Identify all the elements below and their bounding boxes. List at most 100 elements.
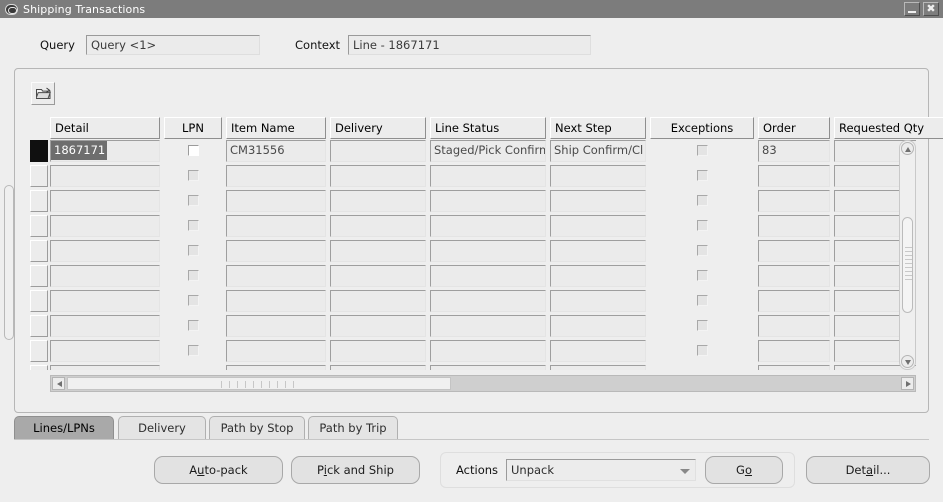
cell-next_step[interactable]: Ship Confirm/Cl xyxy=(550,140,646,162)
column-header-order[interactable]: Order xyxy=(758,117,830,139)
cell-line_status[interactable]: Staged/Pick Confirm xyxy=(430,140,546,162)
cell-lpn[interactable] xyxy=(164,240,222,262)
cell-delivery[interactable] xyxy=(330,365,426,370)
open-folder-button[interactable] xyxy=(31,82,55,105)
cell-detail[interactable] xyxy=(50,165,160,187)
cell-delivery[interactable] xyxy=(330,140,426,162)
row-selector[interactable] xyxy=(30,365,48,370)
cell-lpn[interactable] xyxy=(164,290,222,312)
cell-delivery[interactable] xyxy=(330,265,426,287)
table-row[interactable] xyxy=(30,190,916,215)
checkbox-exceptions[interactable] xyxy=(697,170,708,181)
cell-detail[interactable] xyxy=(50,265,160,287)
cell-detail[interactable] xyxy=(50,290,160,312)
cell-item_name[interactable]: CM31556 xyxy=(226,140,326,162)
actions-select[interactable]: Unpack xyxy=(506,459,696,481)
cell-delivery[interactable] xyxy=(330,190,426,212)
cell-item_name[interactable] xyxy=(226,215,326,237)
checkbox-exceptions[interactable] xyxy=(697,345,708,356)
grid-vertical-scrollbar[interactable] xyxy=(899,140,916,370)
cell-lpn[interactable] xyxy=(164,265,222,287)
checkbox-lpn[interactable] xyxy=(188,220,199,231)
auto-pack-button[interactable]: Auto-pack xyxy=(154,456,283,484)
window-vertical-scrollbar[interactable] xyxy=(4,185,14,340)
cell-detail[interactable] xyxy=(50,240,160,262)
cell-order[interactable] xyxy=(758,190,830,212)
tab-path-by-stop[interactable]: Path by Stop xyxy=(209,416,305,439)
cell-item_name[interactable] xyxy=(226,190,326,212)
cell-next_step[interactable] xyxy=(550,365,646,370)
checkbox-exceptions[interactable] xyxy=(697,320,708,331)
cell-exceptions[interactable] xyxy=(650,190,754,212)
column-header-delivery[interactable]: Delivery xyxy=(330,117,426,139)
checkbox-exceptions[interactable] xyxy=(697,145,708,156)
checkbox-lpn[interactable] xyxy=(188,295,199,306)
vertical-scrollbar-thumb[interactable] xyxy=(902,217,913,313)
cell-line_status[interactable] xyxy=(430,190,546,212)
checkbox-lpn[interactable] xyxy=(188,345,199,356)
minimize-button[interactable] xyxy=(904,2,920,16)
cell-next_step[interactable] xyxy=(550,165,646,187)
cell-item_name[interactable] xyxy=(226,340,326,362)
column-header-exceptions[interactable]: Exceptions xyxy=(650,117,754,139)
checkbox-exceptions[interactable] xyxy=(697,220,708,231)
scroll-down-button[interactable] xyxy=(901,355,914,368)
row-selector[interactable] xyxy=(30,290,48,312)
close-button[interactable]: ✖ xyxy=(923,2,939,16)
table-row[interactable] xyxy=(30,265,916,290)
checkbox-lpn[interactable] xyxy=(188,170,199,181)
checkbox-lpn[interactable] xyxy=(188,245,199,256)
table-row[interactable]: 1867171 CM31556 Staged/Pick Confirm Ship Co… xyxy=(30,140,916,165)
grid-horizontal-scrollbar[interactable] xyxy=(50,375,916,392)
checkbox-lpn[interactable] xyxy=(188,320,199,331)
cell-line_status[interactable] xyxy=(430,265,546,287)
row-selector[interactable] xyxy=(30,140,48,162)
pick-and-ship-button[interactable]: Pick and Ship xyxy=(291,456,420,484)
cell-order[interactable] xyxy=(758,365,830,370)
cell-line_status[interactable] xyxy=(430,165,546,187)
row-selector[interactable] xyxy=(30,340,48,362)
row-selector[interactable] xyxy=(30,240,48,262)
table-row[interactable] xyxy=(30,215,916,240)
cell-lpn[interactable] xyxy=(164,365,222,370)
horizontal-scrollbar-thumb[interactable] xyxy=(67,377,451,390)
cell-order[interactable]: 83 xyxy=(758,140,830,162)
query-input[interactable]: Query <1> xyxy=(86,35,260,55)
cell-line_status[interactable] xyxy=(430,340,546,362)
cell-line_status[interactable] xyxy=(430,315,546,337)
cell-lpn[interactable] xyxy=(164,165,222,187)
cell-item_name[interactable] xyxy=(226,290,326,312)
cell-exceptions[interactable] xyxy=(650,290,754,312)
tab-delivery[interactable]: Delivery xyxy=(118,416,206,439)
detail-button[interactable]: Detail... xyxy=(806,456,930,484)
tab-path-by-trip[interactable]: Path by Trip xyxy=(308,416,398,439)
cell-detail[interactable] xyxy=(50,315,160,337)
column-header-line_status[interactable]: Line Status xyxy=(430,117,546,139)
checkbox-lpn[interactable] xyxy=(188,195,199,206)
row-selector[interactable] xyxy=(30,165,48,187)
cell-line_status[interactable] xyxy=(430,215,546,237)
checkbox-exceptions[interactable] xyxy=(697,245,708,256)
checkbox-exceptions[interactable] xyxy=(697,195,708,206)
cell-item_name[interactable] xyxy=(226,265,326,287)
column-header-requested_qty[interactable]: Requested Qty xyxy=(834,117,943,139)
cell-exceptions[interactable] xyxy=(650,240,754,262)
column-header-detail[interactable]: Detail xyxy=(50,117,160,139)
cell-item_name[interactable] xyxy=(226,365,326,370)
column-header-next_step[interactable]: Next Step xyxy=(550,117,646,139)
cell-delivery[interactable] xyxy=(330,315,426,337)
cell-line_status[interactable] xyxy=(430,365,546,370)
cell-order[interactable] xyxy=(758,290,830,312)
cell-exceptions[interactable] xyxy=(650,265,754,287)
cell-exceptions[interactable] xyxy=(650,340,754,362)
cell-lpn[interactable] xyxy=(164,190,222,212)
cell-detail[interactable] xyxy=(50,365,160,370)
cell-lpn[interactable] xyxy=(164,340,222,362)
cell-lpn[interactable] xyxy=(164,215,222,237)
cell-detail[interactable]: 1867171 xyxy=(50,140,160,162)
table-row[interactable] xyxy=(30,165,916,190)
cell-delivery[interactable] xyxy=(330,340,426,362)
scroll-up-button[interactable] xyxy=(901,142,914,155)
cell-detail[interactable] xyxy=(50,190,160,212)
cell-next_step[interactable] xyxy=(550,190,646,212)
